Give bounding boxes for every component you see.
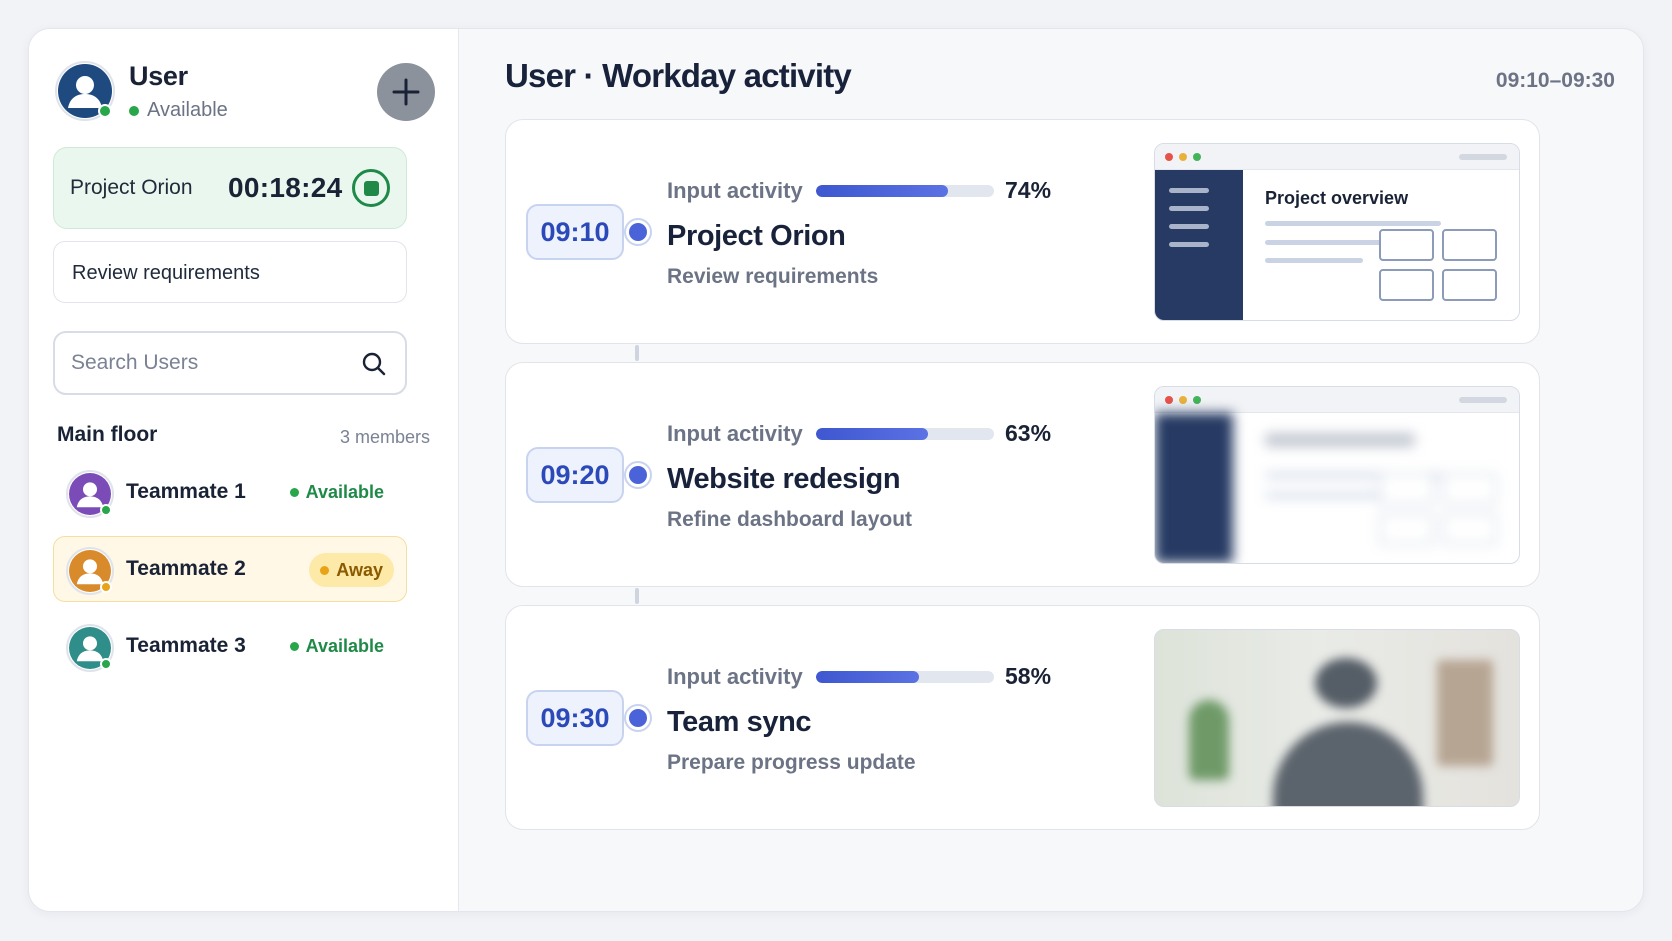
activity-entry[interactable]: 09:20 Input activity 63% Website redesig… (505, 362, 1540, 587)
app-window: User Available Project Orion 00:18:24 Re… (28, 28, 1644, 912)
active-timer: Project Orion 00:18:24 (53, 147, 407, 229)
screenshot-thumbnail-blurred[interactable] (1154, 386, 1520, 564)
presence-dot (100, 658, 112, 670)
time-range: 09:10–09:30 (1495, 69, 1615, 92)
activity-label: Input activity (667, 664, 803, 689)
activity-bar-fill (816, 671, 920, 683)
stop-timer-button[interactable] (352, 169, 390, 207)
user-status: Available (129, 99, 228, 122)
timeline-dot (624, 218, 652, 246)
member-row[interactable]: Teammate 2 Away (53, 536, 407, 602)
activity-percent: 63% (1005, 420, 1052, 446)
sidebar: User Available Project Orion 00:18:24 Re… (29, 29, 459, 911)
timer-project: Project Orion (70, 176, 193, 199)
entry-project: Project Orion (667, 220, 846, 252)
stop-icon (363, 180, 379, 196)
timeline-dot (624, 461, 652, 489)
activity-bar (816, 428, 994, 440)
activity-panel: User · Workday activity 09:10–09:30 09:1… (460, 29, 1643, 911)
search-box (53, 331, 407, 395)
entry-time: 09:10 (526, 204, 624, 260)
user-avatar[interactable] (55, 61, 115, 121)
member-avatar (66, 624, 114, 672)
entry-project: Team sync (667, 706, 812, 738)
window-titlebar (1155, 144, 1519, 170)
add-button[interactable] (377, 63, 435, 121)
member-status-text: Available (305, 636, 384, 656)
activity-bar-fill (816, 185, 948, 197)
entry-project: Website redesign (667, 463, 901, 495)
activity-percent: 74% (1005, 177, 1052, 203)
entry-time: 09:20 (526, 447, 624, 503)
current-task[interactable]: Review requirements (53, 241, 407, 303)
entry-task: Refine dashboard layout (667, 508, 913, 531)
member-status-text: Away (336, 559, 383, 580)
member-status: Available (289, 482, 384, 503)
presence-dot (100, 504, 112, 516)
timeline-dot (624, 704, 652, 732)
webcam-snapshot-blurred[interactable] (1154, 629, 1520, 807)
activity-bar (816, 671, 994, 683)
activity-label: Input activity (667, 178, 803, 203)
timeline-connector (635, 345, 639, 361)
activity-bar (816, 185, 994, 197)
entry-time: 09:30 (526, 690, 624, 746)
page-title: User · Workday activity (505, 57, 852, 94)
presence-dot (98, 104, 112, 118)
user-header: User Available (55, 61, 435, 125)
thumbnail-sidebar (1155, 170, 1243, 320)
member-name: Teammate 3 (126, 634, 246, 657)
screenshot-thumbnail[interactable]: Project overview (1154, 143, 1520, 321)
search-icon[interactable] (361, 351, 387, 377)
activity-entry[interactable]: 09:10 Input activity 74% Project Orion R… (505, 119, 1540, 344)
activity-entry[interactable]: 09:30 Input activity 58% Team sync Prepa… (505, 605, 1540, 830)
member-status-text: Available (305, 482, 384, 502)
group-count: 3 members (339, 427, 430, 447)
group-title: Main floor (57, 423, 158, 446)
status-dot (320, 565, 330, 575)
status-dot (129, 105, 139, 116)
member-name: Teammate 2 (126, 557, 246, 580)
status-dot (289, 488, 299, 497)
member-status: Available (289, 636, 384, 657)
timer-elapsed: 00:18:24 (228, 172, 343, 203)
user-name: User (129, 61, 188, 91)
member-row[interactable]: Teammate 3 Available (53, 613, 407, 679)
entry-task: Review requirements (667, 265, 879, 288)
search-input[interactable] (71, 333, 351, 393)
status-dot (289, 642, 299, 651)
member-avatar (66, 470, 114, 518)
entry-task: Prepare progress update (667, 751, 916, 774)
status-badge: Away (309, 553, 394, 587)
presence-dot (100, 581, 112, 593)
activity-label: Input activity (667, 421, 803, 446)
window-titlebar (1155, 387, 1519, 413)
thumbnail-heading: Project overview (1265, 188, 1409, 208)
user-status-text: Available (147, 99, 228, 121)
member-avatar (66, 547, 114, 595)
member-row[interactable]: Teammate 1 Available (53, 459, 407, 525)
plus-icon (392, 78, 420, 106)
timeline-connector (635, 588, 639, 604)
member-name: Teammate 1 (126, 480, 246, 503)
activity-percent: 58% (1005, 663, 1052, 689)
activity-bar-fill (816, 428, 929, 440)
